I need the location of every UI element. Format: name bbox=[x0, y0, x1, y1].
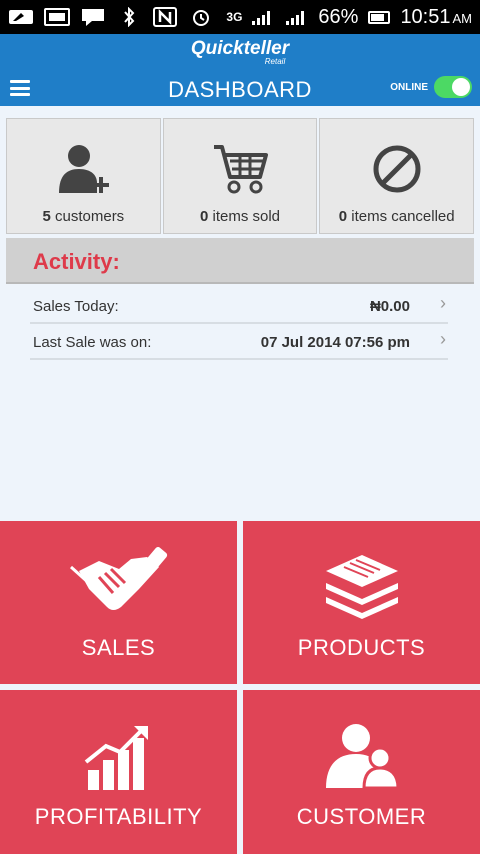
tile-label: PROFITABILITY bbox=[34, 804, 203, 829]
stat-label: 0 items cancelled bbox=[320, 208, 473, 225]
signal-edit-icon bbox=[9, 10, 33, 24]
last-sale-row[interactable]: Last Sale was on: 07 Jul 2014 07:56 pm › bbox=[30, 326, 448, 360]
profitability-tile[interactable]: PROFITABILITY bbox=[0, 690, 237, 854]
stat-count: 5 bbox=[42, 208, 51, 225]
activity-title: Activity: bbox=[33, 249, 120, 274]
online-label: ONLINE bbox=[390, 82, 428, 93]
stat-customers[interactable]: 5 customers bbox=[6, 118, 161, 234]
users-icon bbox=[325, 724, 400, 790]
handshake-icon bbox=[69, 547, 167, 610]
row-label: Last Sale was on: bbox=[33, 334, 152, 351]
signal-icon bbox=[252, 11, 271, 25]
add-user-icon bbox=[59, 145, 110, 193]
layers-icon bbox=[325, 555, 398, 619]
battery-icon bbox=[368, 11, 391, 24]
customer-tile[interactable]: CUSTOMER bbox=[243, 690, 480, 854]
stat-text: items cancelled bbox=[351, 208, 455, 225]
stat-text: items sold bbox=[212, 208, 281, 225]
bar-chart-icon bbox=[84, 726, 148, 790]
stat-count: 0 bbox=[338, 208, 348, 225]
clock: 10:51 AM bbox=[400, 6, 472, 29]
tile-label: CUSTOMER bbox=[296, 804, 427, 829]
logo: Quickteller Retail bbox=[0, 38, 480, 66]
clock-time: 10:51 bbox=[400, 5, 451, 28]
chevron-right-icon: › bbox=[440, 329, 446, 349]
logo-subtitle: Retail bbox=[264, 57, 286, 66]
stat-label: 0 items sold bbox=[164, 208, 317, 225]
products-tile[interactable]: PRODUCTS bbox=[243, 521, 480, 684]
nfc-icon bbox=[153, 7, 177, 27]
row-label: Sales Today: bbox=[33, 298, 119, 315]
toggle-knob bbox=[452, 78, 470, 96]
stats-row: 5 customers 0 items sold 0 items cancell… bbox=[6, 118, 475, 234]
logo-text: Quickteller bbox=[190, 38, 290, 59]
stat-label: 5 customers bbox=[7, 208, 160, 225]
cancel-icon bbox=[373, 145, 421, 193]
sales-today-row[interactable]: Sales Today: ₦0.00 › bbox=[30, 290, 448, 324]
battery-percent: 66% bbox=[318, 5, 359, 28]
cart-icon bbox=[214, 145, 268, 194]
chevron-right-icon: › bbox=[440, 293, 446, 313]
app-bar: Quickteller Retail DASHBOARD ONLINE bbox=[0, 34, 480, 106]
alarm-icon bbox=[193, 10, 209, 26]
bluetooth-icon bbox=[124, 7, 135, 27]
sales-tile[interactable]: SALES bbox=[0, 521, 237, 684]
row-value: ₦0.00 bbox=[369, 298, 410, 315]
stat-items-sold[interactable]: 0 items sold bbox=[162, 118, 318, 234]
clock-ampm: AM bbox=[452, 10, 473, 26]
activity-header: Activity: bbox=[6, 238, 474, 284]
bbm-icon bbox=[82, 9, 104, 26]
signal-icon-2 bbox=[286, 11, 305, 25]
stat-count: 0 bbox=[199, 208, 209, 225]
network-type-label: 3G bbox=[226, 10, 243, 24]
tile-label: SALES bbox=[81, 635, 156, 660]
tile-label: PRODUCTS bbox=[297, 635, 426, 660]
row-value: 07 Jul 2014 07:56 pm bbox=[260, 334, 410, 351]
stat-items-cancelled[interactable]: 0 items cancelled bbox=[319, 118, 475, 234]
status-bar: 3G 66% 10:51 AM bbox=[0, 0, 480, 34]
online-toggle[interactable] bbox=[434, 76, 472, 98]
gallery-icon bbox=[44, 8, 70, 26]
stat-text: customers bbox=[55, 208, 125, 225]
